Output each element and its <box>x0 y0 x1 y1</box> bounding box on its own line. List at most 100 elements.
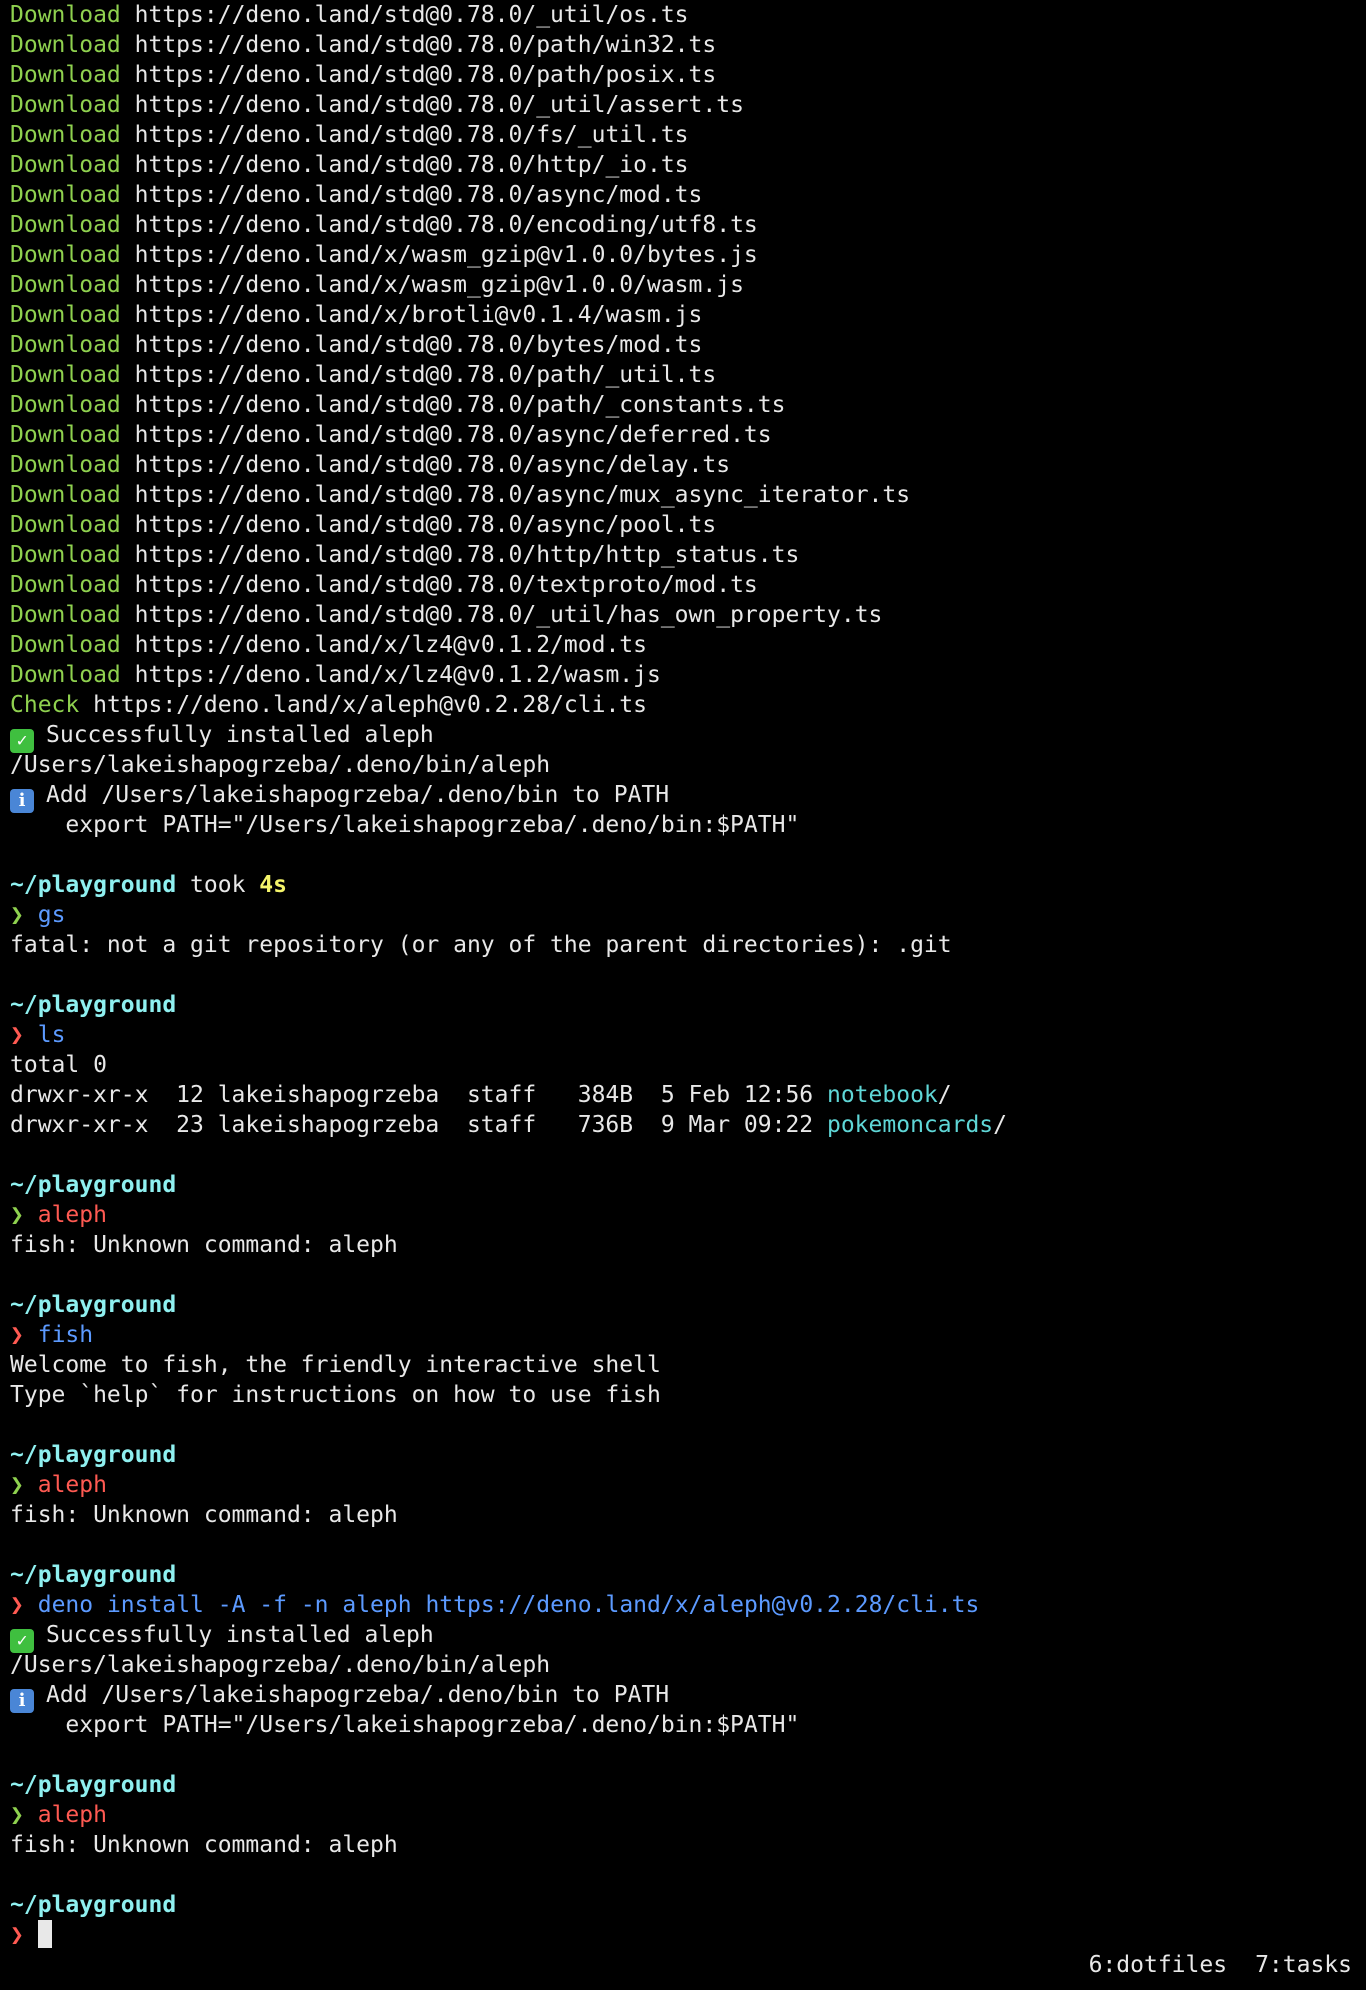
download-label: Download <box>10 452 121 478</box>
download-line: Download https://deno.land/std@0.78.0/as… <box>10 510 1360 540</box>
download-line: Download https://deno.land/std@0.78.0/_u… <box>10 0 1360 30</box>
download-url: https://deno.land/std@0.78.0/_util/os.ts <box>134 2 689 28</box>
bin-path-line: /Users/lakeishapogrzeba/.deno/bin/aleph <box>10 1652 551 1678</box>
prompt-header: ~/playground <box>10 1170 1360 1200</box>
prompt-symbol: ❯ <box>10 1802 24 1828</box>
download-url: https://deno.land/std@0.78.0/path/_util.… <box>134 362 717 388</box>
prompt-dir: ~/playground <box>10 1772 177 1798</box>
command-line: ❯ aleph <box>10 1470 1360 1500</box>
download-label: Download <box>10 182 121 208</box>
download-url: https://deno.land/std@0.78.0/_util/has_o… <box>134 602 883 628</box>
download-line: Download https://deno.land/std@0.78.0/pa… <box>10 360 1360 390</box>
download-line: Download https://deno.land/std@0.78.0/te… <box>10 570 1360 600</box>
download-label: Download <box>10 362 121 388</box>
add-path-text: Add /Users/lakeishapogrzeba/.deno/bin to… <box>46 782 670 808</box>
add-path-line: i Add /Users/lakeishapogrzeba/.deno/bin t… <box>10 1680 1360 1713</box>
download-url: https://deno.land/x/lz4@v0.1.2/mod.ts <box>134 632 647 658</box>
command-line: ❯ gs <box>10 900 1360 930</box>
tmux-status-bar: 6:dotfiles 7:tasks <box>1089 1950 1352 1980</box>
download-label: Download <box>10 422 121 448</box>
download-url: https://deno.land/std@0.78.0/async/delay… <box>134 452 731 478</box>
export-line: export PATH="/Users/lakeishapogrzeba/.de… <box>10 1712 800 1738</box>
prompt-dir: ~/playground <box>10 1562 177 1588</box>
text-cursor[interactable] <box>37 1920 52 1948</box>
command-line: ❯ aleph <box>10 1800 1360 1830</box>
prompt-symbol: ❯ <box>10 1922 24 1948</box>
download-line: Download https://deno.land/std@0.78.0/as… <box>10 420 1360 450</box>
directory-link[interactable]: pokemoncards <box>827 1112 993 1138</box>
error-line: fish: Unknown command: aleph <box>10 1832 398 1858</box>
prompt-dir: ~/playground <box>10 872 177 898</box>
window-tab-dotfiles[interactable]: 6:dotfiles <box>1089 1952 1227 1978</box>
download-url: https://deno.land/x/lz4@v0.1.2/wasm.js <box>134 662 661 688</box>
prompt-header: ~/playground took 4s <box>10 870 1360 900</box>
download-line: Download https://deno.land/std@0.78.0/as… <box>10 180 1360 210</box>
ls-row: drwxr-xr-x 12 lakeishapogrzeba staff 384… <box>10 1080 1360 1110</box>
download-line: Download https://deno.land/std@0.78.0/as… <box>10 480 1360 510</box>
dir-slash: / <box>993 1112 1008 1138</box>
prompt-symbol: ❯ <box>10 1022 24 1048</box>
prompt-header: ~/playground <box>10 1560 1360 1590</box>
download-url: https://deno.land/std@0.78.0/textproto/m… <box>134 572 758 598</box>
download-url: https://deno.land/std@0.78.0/path/_const… <box>134 392 786 418</box>
download-line: Download https://deno.land/std@0.78.0/pa… <box>10 30 1360 60</box>
download-url: https://deno.land/std@0.78.0/async/mux_a… <box>134 482 911 508</box>
download-url: https://deno.land/std@0.78.0/encoding/ut… <box>134 212 758 238</box>
prompt-dir: ~/playground <box>10 1292 177 1318</box>
download-line: Download https://deno.land/x/lz4@v0.1.2/… <box>10 630 1360 660</box>
download-line: Download https://deno.land/x/brotli@v0.1… <box>10 300 1360 330</box>
download-line: Download https://deno.land/x/lz4@v0.1.2/… <box>10 660 1360 690</box>
terminal-output[interactable]: Download https://deno.land/std@0.78.0/_u… <box>10 0 1360 1950</box>
command-text: aleph <box>37 1472 107 1498</box>
download-url: https://deno.land/x/brotli@v0.1.4/wasm.j… <box>134 302 703 328</box>
download-label: Download <box>10 272 121 298</box>
ls-row-meta: drwxr-xr-x 23 lakeishapogrzeba staff 736… <box>10 1112 827 1138</box>
download-url: https://deno.land/std@0.78.0/http/_io.ts <box>134 152 689 178</box>
add-path-text: Add /Users/lakeishapogrzeba/.deno/bin to… <box>46 1682 670 1708</box>
download-line: Download https://deno.land/std@0.78.0/ht… <box>10 540 1360 570</box>
command-text: ls <box>37 1022 66 1048</box>
download-label: Download <box>10 242 121 268</box>
error-line: fish: Unknown command: aleph <box>10 1232 398 1258</box>
ls-row-meta: drwxr-xr-x 12 lakeishapogrzeba staff 384… <box>10 1082 827 1108</box>
command-line: ❯ deno install -A -f -n aleph https://de… <box>10 1590 1360 1620</box>
command-text: aleph <box>37 1802 107 1828</box>
add-path-line: i Add /Users/lakeishapogrzeba/.deno/bin t… <box>10 780 1360 813</box>
download-label: Download <box>10 92 121 118</box>
prompt-symbol: ❯ <box>10 1592 24 1618</box>
prompt-dir: ~/playground <box>10 1172 177 1198</box>
command-text: fish <box>37 1322 94 1348</box>
command-text: aleph <box>37 1202 107 1228</box>
command-line: ❯ aleph <box>10 1200 1360 1230</box>
download-label: Download <box>10 572 121 598</box>
error-line: fatal: not a git repository (or any of t… <box>10 932 952 958</box>
download-label: Download <box>10 2 121 28</box>
took-time: 4s <box>259 872 287 898</box>
download-list: Download https://deno.land/std@0.78.0/_u… <box>10 0 1360 690</box>
active-prompt[interactable]: ❯ <box>10 1920 1360 1950</box>
prompt-header: ~/playground <box>10 1770 1360 1800</box>
download-line: Download https://deno.land/std@0.78.0/ht… <box>10 150 1360 180</box>
download-label: Download <box>10 332 121 358</box>
success-text: Successfully installed aleph <box>46 1622 434 1648</box>
download-line: Download https://deno.land/x/wasm_gzip@v… <box>10 270 1360 300</box>
download-url: https://deno.land/std@0.78.0/path/win32.… <box>134 32 717 58</box>
download-label: Download <box>10 602 121 628</box>
download-label: Download <box>10 662 121 688</box>
download-label: Download <box>10 212 121 238</box>
prompt-symbol: ❯ <box>10 902 24 928</box>
window-tab-tasks[interactable]: 7:tasks <box>1255 1952 1352 1978</box>
prompt-header: ~/playground <box>10 1290 1360 1320</box>
download-url: https://deno.land/x/wasm_gzip@v1.0.0/was… <box>134 272 744 298</box>
ls-total-line: total 0 <box>10 1052 107 1078</box>
prompt-symbol: ❯ <box>10 1322 24 1348</box>
prompt-header: ~/playground <box>10 1890 1360 1920</box>
download-url: https://deno.land/std@0.78.0/path/posix.… <box>134 62 717 88</box>
directory-link[interactable]: notebook <box>827 1082 938 1108</box>
download-line: Download https://deno.land/std@0.78.0/_u… <box>10 600 1360 630</box>
